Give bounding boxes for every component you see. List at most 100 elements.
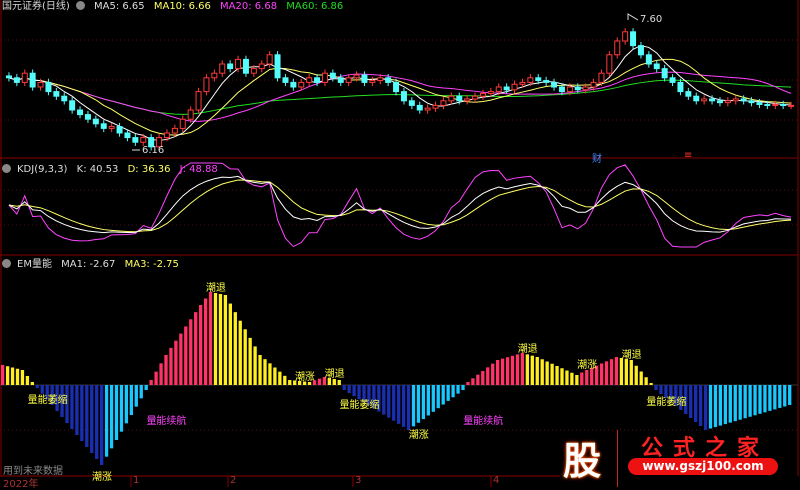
em-bar xyxy=(15,368,20,385)
candle-body xyxy=(195,91,202,111)
high-price-label: 7.60 xyxy=(640,14,663,25)
em-bar xyxy=(550,363,554,385)
candle-body xyxy=(472,95,479,100)
candle-body xyxy=(685,91,692,97)
em-bar xyxy=(703,385,708,430)
candle-body xyxy=(566,86,573,93)
candle-body xyxy=(748,100,755,104)
em-bar xyxy=(30,382,34,385)
em-bar xyxy=(436,385,440,409)
candle-body xyxy=(440,100,447,106)
em-bar xyxy=(644,377,648,385)
candle-body xyxy=(661,68,668,79)
candle-body xyxy=(314,77,321,83)
em-bar xyxy=(5,366,10,385)
em-bar xyxy=(471,378,475,385)
x-axis-tick: 2022年 xyxy=(3,479,39,490)
event-marker[interactable]: ≡ xyxy=(684,150,692,161)
kdj-d-line xyxy=(8,179,792,233)
em-bar xyxy=(243,329,247,385)
em-panel-header: EM量能 MA1: -2.67 MA3: -2.75 xyxy=(2,259,185,271)
em-bar xyxy=(743,385,747,419)
candle-body xyxy=(337,77,344,83)
em-bar xyxy=(80,385,84,441)
em-signal-label: 潮涨 xyxy=(294,371,315,383)
panel-menu-icon[interactable] xyxy=(2,164,11,173)
em-bar xyxy=(768,385,772,411)
em-bar xyxy=(441,385,445,405)
x-axis-tick: 1 xyxy=(133,475,140,486)
candle-body xyxy=(503,86,510,91)
em-bar xyxy=(535,357,539,385)
em-bar xyxy=(698,385,703,426)
candle-body xyxy=(108,126,115,129)
em-bar xyxy=(451,385,455,398)
em-bar xyxy=(184,326,188,385)
em-bar xyxy=(342,385,346,390)
em-bar xyxy=(416,385,421,423)
em-bar xyxy=(124,385,129,424)
candle-body xyxy=(258,63,265,70)
em-bar xyxy=(317,378,322,385)
candle-body xyxy=(574,86,581,91)
em-bar xyxy=(114,385,119,440)
em-bar xyxy=(109,385,114,449)
x-axis-tick: 4 xyxy=(493,475,500,486)
em-signal-label: 潮涨 xyxy=(408,429,429,441)
ma60-value: MA60: 6.86 xyxy=(286,1,344,12)
em-bar xyxy=(199,305,203,385)
em-bar xyxy=(25,376,30,385)
em-bar xyxy=(540,359,544,385)
stock-title: 国元证券(日线) xyxy=(2,1,70,12)
candle-body xyxy=(637,45,644,56)
candle-body xyxy=(298,81,305,88)
em-bar xyxy=(456,385,460,394)
em-bar xyxy=(476,374,480,385)
em-bar xyxy=(580,372,584,385)
em-bar xyxy=(194,312,198,385)
candle-body xyxy=(124,132,131,139)
em-bar xyxy=(758,385,762,414)
kdj-panel-header: KDJ(9,3,3) K: 40.53 D: 36.36 J: 48.88 xyxy=(2,164,224,176)
em-bar xyxy=(283,375,287,385)
em-bar xyxy=(203,298,208,385)
candle-body xyxy=(203,77,210,93)
candle-body xyxy=(535,77,542,82)
finance-marker[interactable]: 财 xyxy=(592,150,602,165)
em-signal-label: 量能续航 xyxy=(146,416,187,427)
panel-menu-icon[interactable] xyxy=(75,1,85,10)
em-bar xyxy=(708,385,713,429)
em-bar xyxy=(788,385,792,405)
candle-body xyxy=(321,72,328,83)
candle-body xyxy=(558,86,565,93)
candle-body xyxy=(606,54,613,74)
candle-body xyxy=(598,72,605,83)
em-bar xyxy=(119,385,124,432)
em-bar xyxy=(619,358,624,385)
candle-body xyxy=(235,58,242,70)
em-bar xyxy=(421,385,426,420)
candle-body xyxy=(464,98,471,102)
high-arrow xyxy=(627,13,639,21)
candle-body xyxy=(487,91,494,94)
em-bar xyxy=(273,367,277,385)
em-bar xyxy=(753,385,757,416)
candle-body xyxy=(400,91,407,102)
em-bar xyxy=(139,385,143,399)
panel-menu-icon[interactable] xyxy=(2,259,11,268)
candle-body xyxy=(5,75,12,79)
em-bar xyxy=(149,380,153,385)
candle-body xyxy=(701,98,708,102)
em-bar xyxy=(233,312,237,385)
candle-body xyxy=(211,72,218,79)
em-bar xyxy=(20,370,25,385)
candle-body xyxy=(282,77,289,83)
logo-char: 股 xyxy=(563,439,602,483)
em-bar xyxy=(144,385,148,390)
em-bar xyxy=(347,385,351,394)
candle-body xyxy=(756,102,763,105)
em-bar xyxy=(545,361,549,385)
em-signal-label: 量能萎缩 xyxy=(646,397,687,408)
em-bar xyxy=(431,385,435,412)
candle-body xyxy=(132,137,139,143)
